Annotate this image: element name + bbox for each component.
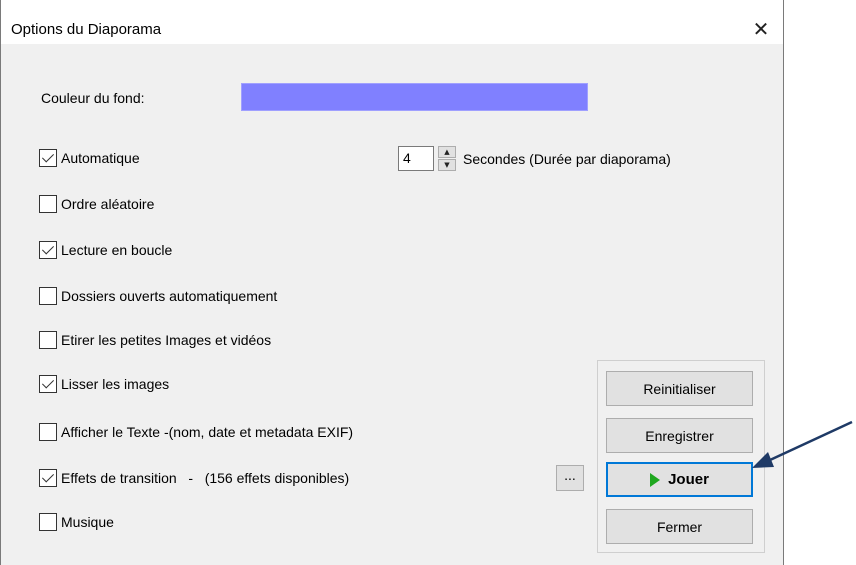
annotation-arrowhead-icon	[752, 452, 774, 468]
annotation-arrow-icon	[769, 420, 853, 462]
annotation-arrow-layer	[752, 420, 853, 468]
